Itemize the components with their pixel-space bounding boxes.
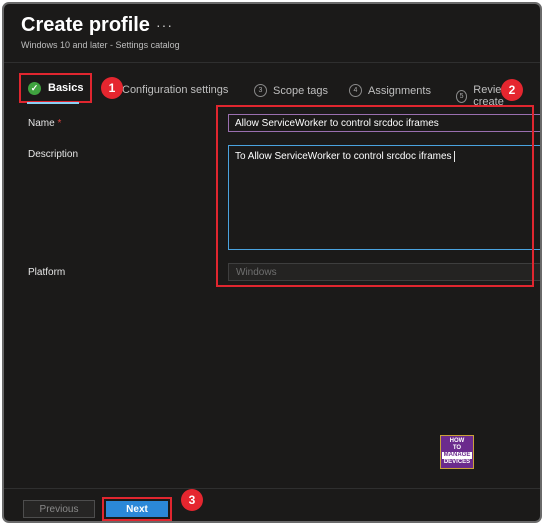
next-button-highlight: Next: [102, 497, 172, 521]
tab-assignments[interactable]: 4 Assignments: [349, 84, 431, 97]
page-title: Create profile: [21, 14, 150, 36]
step-number-icon: 5: [456, 89, 468, 103]
tab-configuration-settings[interactable]: Configuration settings: [122, 84, 228, 96]
annotation-badge-1: 1: [101, 77, 123, 99]
tab-basics-label: Basics: [48, 82, 84, 94]
check-icon: ✓: [28, 81, 41, 95]
step-number-icon: 3: [254, 84, 267, 97]
required-marker: *: [57, 118, 62, 129]
name-label: Name *: [28, 118, 62, 129]
next-button[interactable]: Next: [106, 501, 168, 517]
annotation-badge-2: 2: [501, 79, 523, 101]
header-divider: [4, 62, 540, 63]
platform-label: Platform: [28, 267, 66, 278]
tab-scope-tags[interactable]: 3 Scope tags: [254, 84, 328, 97]
more-options-icon[interactable]: ···: [156, 17, 173, 33]
page-subtitle: Windows 10 and later - Settings catalog: [21, 40, 180, 50]
form-highlight-box: [216, 105, 534, 287]
tab-label: Assignments: [368, 84, 431, 97]
how-to-manage-devices-logo: HOW TO MANAGE DEVICES: [440, 435, 474, 469]
footer-divider: [4, 488, 540, 489]
annotation-badge-3: 3: [181, 489, 203, 511]
description-label: Description: [28, 149, 79, 160]
tab-label: Scope tags: [273, 84, 329, 97]
create-profile-window: Create profile ··· Windows 10 and later …: [2, 2, 542, 523]
step-number-icon: 4: [349, 84, 362, 97]
tab-label: Configuration settings: [122, 84, 229, 96]
active-tab-indicator: [27, 102, 79, 104]
previous-button[interactable]: Previous: [23, 500, 95, 518]
tab-basics[interactable]: ✓ Basics: [19, 73, 92, 103]
